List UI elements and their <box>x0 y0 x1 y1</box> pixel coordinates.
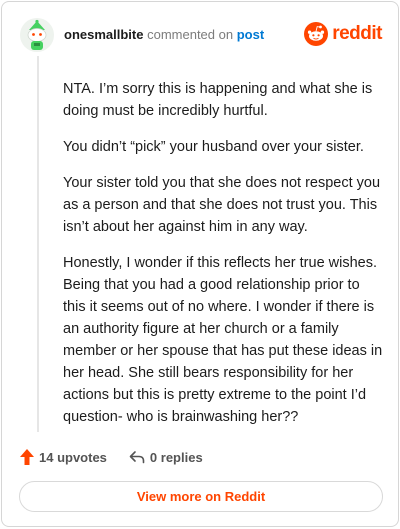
upvote-arrow-icon <box>20 449 34 465</box>
post-link[interactable]: post <box>237 27 264 42</box>
comment-paragraph: You didn’t “pick” your husband over your… <box>63 139 364 155</box>
comment-paragraph: Honestly, I wonder if this reflects her … <box>63 255 383 425</box>
thread-line[interactable] <box>37 56 39 432</box>
reddit-snoo-icon <box>304 22 329 46</box>
upvote-button[interactable]: 14 upvotes <box>20 449 107 465</box>
snoo-avatar-icon <box>20 18 54 52</box>
reply-button[interactable]: 0 replies <box>129 450 203 465</box>
view-more-button[interactable]: View more on Reddit <box>19 481 383 512</box>
comment-meta: onesmallbite commented on post <box>64 27 264 43</box>
username-link[interactable]: onesmallbite <box>64 27 143 42</box>
comment-body: NTA. I’m sorry this is happening and wha… <box>63 78 385 442</box>
upvotes-count: 14 upvotes <box>39 449 107 465</box>
action-text: commented on <box>147 27 234 42</box>
reply-icon <box>129 451 145 464</box>
comment-paragraph: NTA. I’m sorry this is happening and wha… <box>63 81 373 119</box>
replies-count: 0 replies <box>149 449 203 465</box>
brand-text: reddit <box>332 23 382 44</box>
avatar[interactable] <box>20 18 54 52</box>
comment-footer: 14 upvotes 0 replies <box>20 446 203 468</box>
comment-paragraph: Your sister told you that she does not r… <box>63 175 381 235</box>
comment-card: onesmallbite commented on post reddit NT… <box>1 1 399 527</box>
reddit-logo[interactable]: reddit <box>304 22 382 46</box>
